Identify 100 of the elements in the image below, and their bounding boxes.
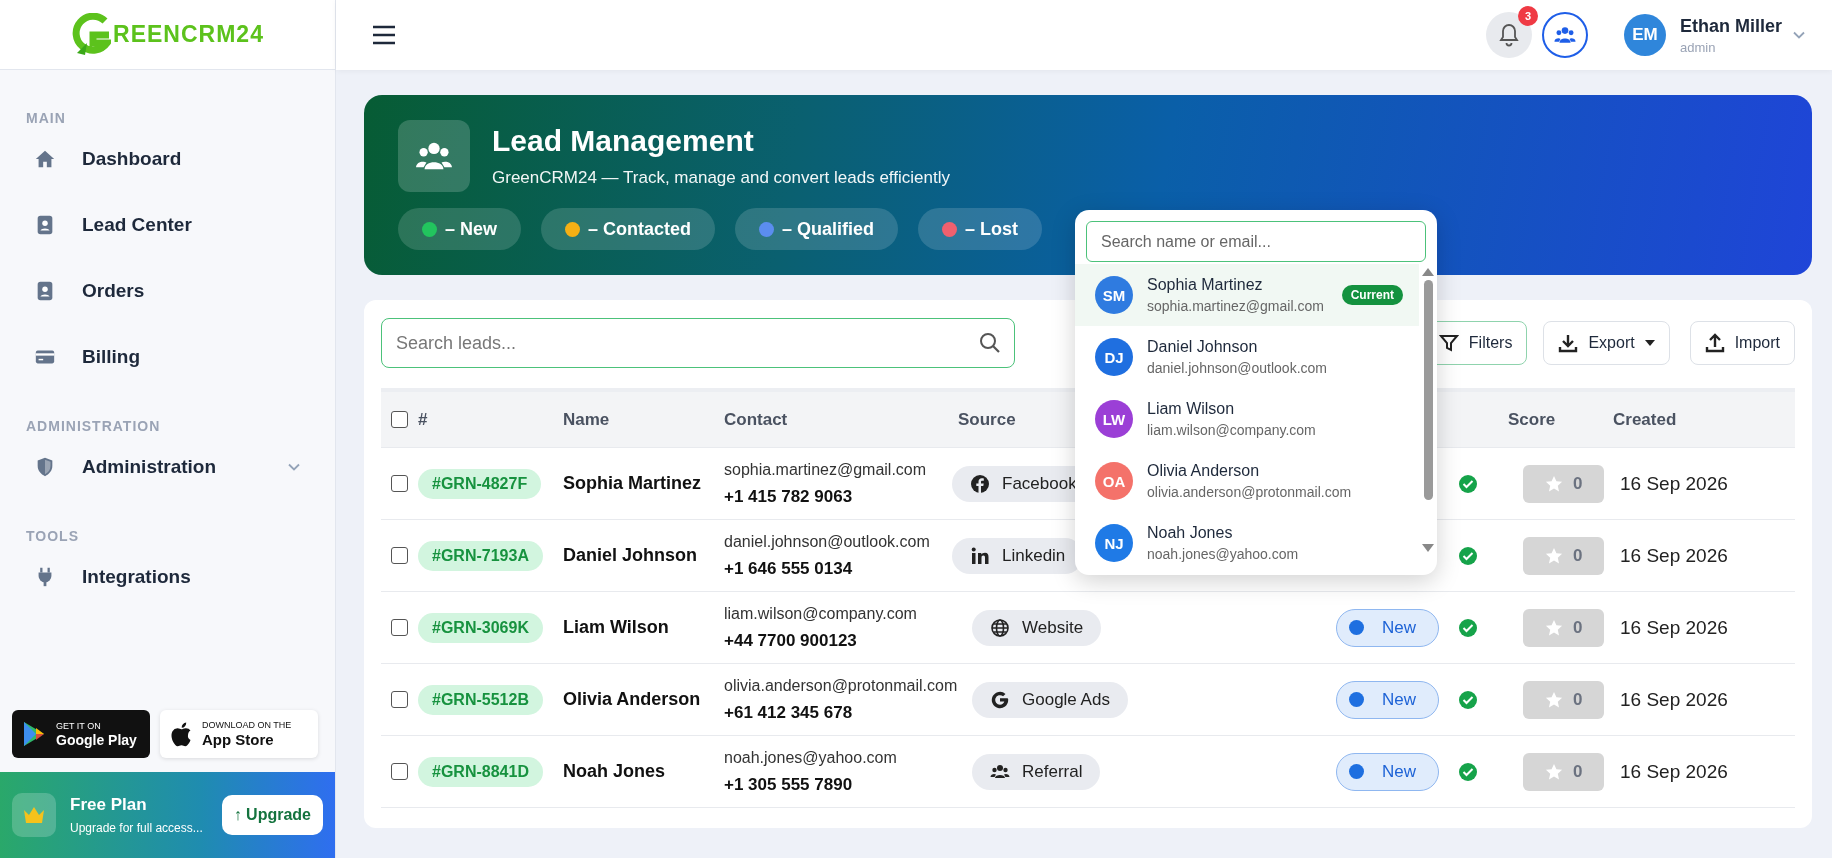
import-button[interactable]: Import [1689, 321, 1795, 365]
lead-id-tag: #GRN-4827F [418, 468, 542, 499]
facebook-icon [970, 473, 990, 494]
star-icon [1545, 546, 1563, 565]
created-date: 16 Sep 2026 [1619, 616, 1729, 639]
lead-email: liam.wilson@company.com [724, 604, 918, 623]
people-icon [1552, 25, 1578, 45]
upgrade-button[interactable]: ↑ Upgrade [221, 795, 323, 835]
bell-icon [1498, 23, 1520, 47]
option-email: noah.jones@yahoo.com [1147, 546, 1300, 562]
option-email: daniel.johnson@outlook.com [1147, 360, 1328, 376]
nav-item[interactable]: Dashboard [26, 126, 309, 192]
score-tag: 0 [1523, 464, 1605, 503]
score-tag: 0 [1523, 680, 1605, 719]
status-tag: New [1336, 680, 1439, 719]
lead-email: sophia.martinez@gmail.com [724, 460, 928, 479]
star-icon [1545, 474, 1563, 493]
caret-icon [1644, 340, 1655, 346]
nav-item[interactable]: Lead Center [26, 192, 309, 258]
score-tag: 0 [1523, 536, 1605, 575]
score-tag: 0 [1523, 608, 1605, 647]
option-email: olivia.anderson@protonmail.com [1147, 484, 1353, 500]
created-date: 16 Sep 2026 [1619, 688, 1729, 711]
star-icon [1545, 690, 1563, 709]
column-header: # [418, 409, 428, 430]
plan-subtitle: Upgrade for full access... [70, 821, 204, 835]
search-field[interactable]: Search name or email... [1086, 221, 1426, 262]
status-legend-chip: – New [398, 208, 522, 250]
status-legend-chip: – Lost [918, 208, 1043, 250]
option-name: Sophia Martinez [1147, 276, 1264, 294]
created-date: 16 Sep 2026 [1619, 472, 1729, 495]
star-icon [1545, 762, 1563, 781]
lead-email: daniel.johnson@outlook.com [724, 532, 931, 551]
select-all-checkbox[interactable] [391, 411, 408, 428]
row-checkbox[interactable] [391, 547, 408, 564]
column-header: Contact [724, 409, 788, 430]
lead-phone: +1 305 555 7890 [724, 774, 854, 795]
menu-icon[interactable] [372, 25, 396, 45]
row-checkbox[interactable] [391, 763, 408, 780]
search-icon [979, 332, 1001, 354]
nav-item[interactable]: Billing [26, 324, 309, 390]
lead-id-tag: #GRN-5512B [418, 684, 543, 715]
column-header: Score [1508, 409, 1556, 430]
lead-id-tag: #GRN-3069K [418, 612, 543, 643]
home-icon [34, 148, 56, 170]
page-subtitle: GreenCRM24 — Track, manage and convert leads efficiently [492, 168, 950, 188]
lead-phone: +1 646 555 0134 [724, 558, 854, 579]
source-tag: Referral [972, 753, 1101, 790]
status-legend-chip: – Contacted [541, 208, 716, 250]
column-header: Created [1613, 409, 1677, 430]
crown-icon [22, 805, 46, 825]
download-icon [1558, 333, 1579, 353]
section-heading: TOOLS [26, 528, 80, 544]
avatar: OA [1095, 462, 1133, 500]
notification-count: 3 [1518, 6, 1538, 26]
nav-item[interactable]: Administration [26, 434, 309, 500]
row-checkbox[interactable] [391, 619, 408, 636]
scroll-up-icon[interactable] [1422, 268, 1434, 276]
scroll-down-icon[interactable] [1422, 544, 1434, 552]
option-name: Olivia Anderson [1147, 462, 1261, 480]
app-store-badge[interactable]: DOWNLOAD ON THE App Store [160, 710, 318, 758]
lead-email: olivia.anderson@protonmail.com [724, 676, 958, 695]
page-title: Lead Management [492, 124, 755, 158]
created-date: 16 Sep 2026 [1619, 544, 1729, 567]
nav-item[interactable]: Integrations [26, 544, 309, 610]
column-header: Source [958, 409, 1016, 430]
filter-icon [1438, 333, 1459, 353]
linkedin-icon [970, 545, 990, 566]
globe-icon [990, 617, 1010, 638]
lead-option[interactable]: SM Sophia Martinez sophia.martinez@gmail.com Current [1075, 264, 1419, 326]
notification-button[interactable] [1486, 12, 1532, 58]
option-name: Daniel Johnson [1147, 338, 1259, 356]
row-checkbox[interactable] [391, 691, 408, 708]
option-email: liam.wilson@company.com [1147, 422, 1317, 438]
source-tag: Website [972, 609, 1102, 646]
lead-option[interactable]: DJ Daniel Johnson daniel.johnson@outlook.com [1075, 326, 1419, 388]
google-play-badge[interactable]: GET IT ON Google Play [12, 710, 150, 758]
status-tag: New [1336, 752, 1439, 791]
team-button[interactable] [1542, 12, 1588, 58]
avatar: NJ [1095, 524, 1133, 562]
apple-icon [170, 721, 192, 747]
user-avatar[interactable]: EM [1624, 14, 1666, 56]
lead-id-tag: #GRN-8841D [418, 756, 543, 787]
avatar: DJ [1095, 338, 1133, 376]
search-field[interactable]: Search leads... [381, 318, 1015, 368]
scrollbar-thumb[interactable] [1423, 280, 1433, 500]
logo-icon [71, 12, 112, 57]
column-header: Name [563, 409, 610, 430]
lead-name: Olivia Anderson [563, 689, 702, 710]
lead-phone: +61 412 345 678 [724, 702, 854, 723]
export-button[interactable]: Export [1543, 321, 1670, 365]
source-tag: Google Ads [972, 681, 1128, 718]
lead-phone: +1 415 782 9063 [724, 486, 854, 507]
lead-name: Liam Wilson [563, 617, 670, 638]
row-checkbox[interactable] [391, 475, 408, 492]
avatar: LW [1095, 400, 1133, 438]
section-heading: ADMINISTRATION [26, 418, 162, 434]
nav-item[interactable]: Orders [26, 258, 309, 324]
user-role: admin [1680, 39, 1717, 55]
lead-option[interactable]: LW Liam Wilson liam.wilson@company.com [1075, 388, 1419, 450]
